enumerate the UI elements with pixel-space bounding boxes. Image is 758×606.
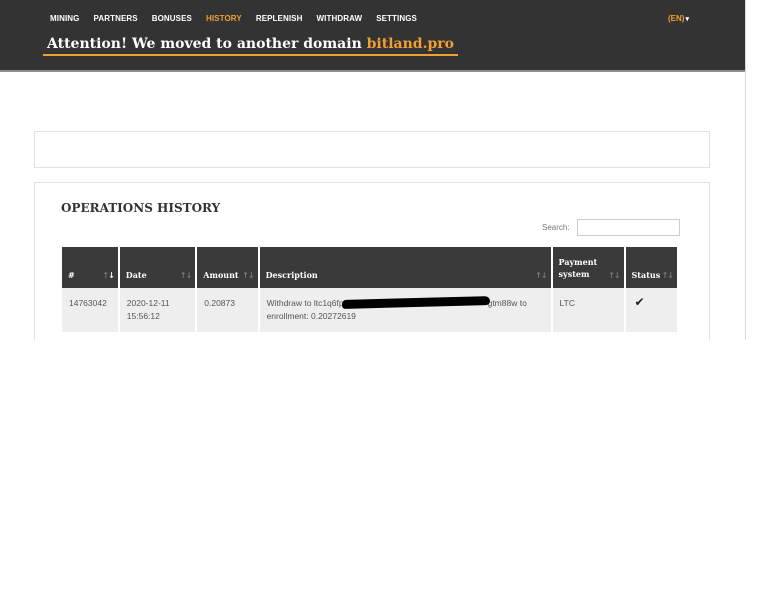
domain-notice: Attention! We moved to another domain bi… — [43, 36, 458, 56]
redaction-scribble — [341, 296, 490, 309]
browser-viewport: MINING PARTNERS BONUSES HISTORY REPLENIS… — [0, 0, 746, 340]
cell-description: Withdraw to ltc1q6fp gtm88w to enrollment… — [259, 288, 551, 332]
cell-amount: 0.20873 — [197, 288, 258, 332]
sort-icon: ↑↓ — [535, 271, 547, 280]
domain-link[interactable]: bitland.pro — [367, 36, 454, 52]
history-title: OPERATIONS HISTORY — [61, 201, 221, 215]
cell-id: 14763042 — [62, 288, 118, 332]
cell-date-time: 15:56:12 — [126, 311, 160, 321]
nav-item-withdraw[interactable]: WITHDRAW — [317, 14, 363, 23]
language-dropdown[interactable]: (EN)▾ — [668, 14, 689, 23]
checkmark-icon: ✔ — [634, 295, 645, 309]
column-header-status[interactable]: Status ↑↓ — [625, 247, 677, 288]
description-suffix: gtm88w to — [487, 298, 527, 308]
top-navbar: MINING PARTNERS BONUSES HISTORY REPLENIS… — [0, 0, 746, 72]
sort-icon: ↑↓ — [661, 271, 674, 280]
nav-item-history[interactable]: HISTORY — [206, 14, 242, 23]
cell-date: 2020-12-11 15:56:12 — [119, 288, 196, 332]
cell-payment-system: LTC — [552, 288, 624, 332]
nav-item-settings[interactable]: SETTINGS — [376, 14, 417, 23]
empty-panel — [34, 131, 710, 168]
cell-date-day: 2020-12-11 — [126, 298, 170, 308]
sort-icon: ↑↓ — [179, 271, 192, 280]
operations-table: # ↑↓ Date ↑↓ Amount ↑↓ Description ↑↓ Pa… — [60, 247, 679, 332]
sort-icon: ↑↓ — [102, 271, 114, 280]
search-input[interactable] — [577, 219, 680, 236]
sort-icon: ↑↓ — [242, 271, 254, 280]
page-edge-divider — [745, 0, 746, 340]
description-prefix: Withdraw to ltc1q6fp — [266, 298, 344, 308]
caret-down-icon: ▾ — [685, 16, 689, 23]
column-header-amount[interactable]: Amount ↑↓ — [197, 247, 258, 288]
domain-notice-text: Attention! We moved to another domain — [47, 36, 362, 52]
nav-item-bonuses[interactable]: BONUSES — [152, 14, 192, 23]
nav-item-partners[interactable]: PARTNERS — [94, 14, 138, 23]
sort-icon: ↑↓ — [608, 271, 620, 280]
nav-item-replenish[interactable]: REPLENISH — [256, 14, 303, 23]
main-menu: MINING PARTNERS BONUSES HISTORY REPLENIS… — [50, 14, 431, 23]
language-label: (EN) — [668, 14, 685, 23]
table-header-row: # ↑↓ Date ↑↓ Amount ↑↓ Description ↑↓ Pa… — [62, 247, 677, 288]
table-row: 14763042 2020-12-11 15:56:12 0.20873 Wit… — [62, 288, 677, 332]
cell-status: ✔ — [625, 288, 677, 332]
nav-item-mining[interactable]: MINING — [50, 14, 80, 23]
column-header-date[interactable]: Date ↑↓ — [119, 247, 196, 288]
column-header-description[interactable]: Description ↑↓ — [259, 247, 551, 288]
description-line2: enrollment: 0.20272619 — [266, 311, 356, 321]
column-header-payment-system[interactable]: Payment system ↑↓ — [552, 247, 624, 288]
search-label: Search: — [542, 223, 570, 232]
column-header-id[interactable]: # ↑↓ — [62, 247, 118, 288]
